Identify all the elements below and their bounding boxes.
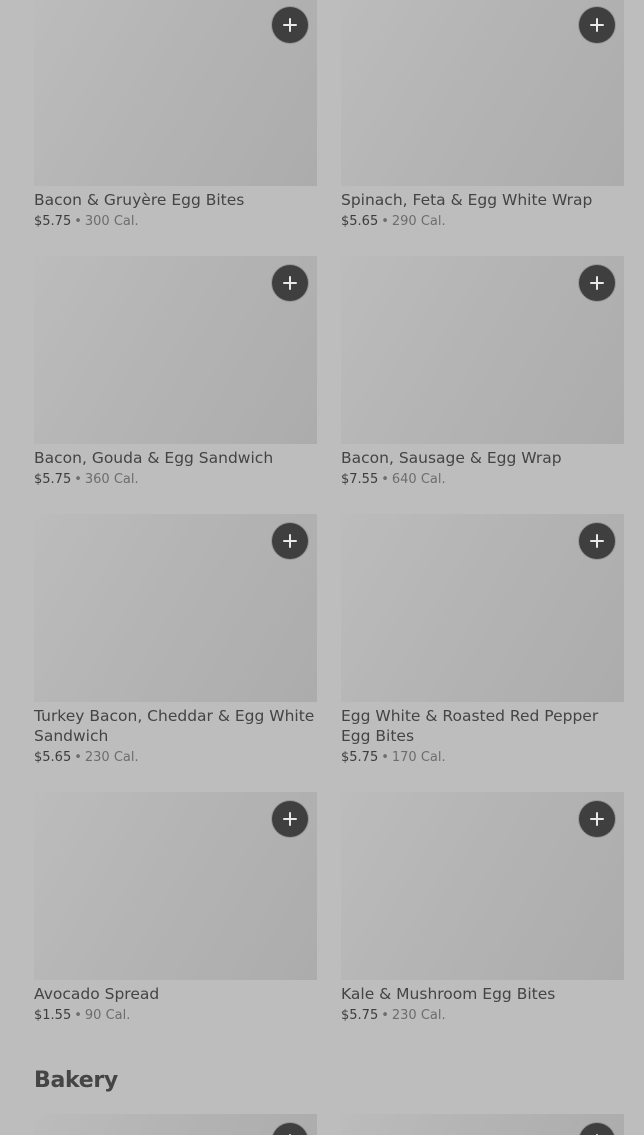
plus-icon <box>590 534 604 548</box>
item-calories: 90 Cal. <box>84 1008 131 1023</box>
item-meta: $5.75 • 170 Cal. <box>341 748 624 768</box>
add-to-cart-button[interactable] <box>579 265 615 301</box>
item-price: $5.75 <box>341 1008 379 1023</box>
add-to-cart-button[interactable] <box>579 801 615 837</box>
item-price: $5.65 <box>34 750 72 765</box>
separator-dot: • <box>74 1008 82 1023</box>
separator-dot: • <box>381 750 389 765</box>
item-calories: 360 Cal. <box>84 472 139 487</box>
add-to-cart-button[interactable] <box>579 523 615 559</box>
add-to-cart-button[interactable] <box>272 265 308 301</box>
add-to-cart-button[interactable] <box>272 801 308 837</box>
separator-dot: • <box>74 214 82 229</box>
item-calories: 640 Cal. <box>391 472 446 487</box>
add-to-cart-button[interactable] <box>579 7 615 43</box>
bakery-section-title: Bakery <box>34 1068 118 1093</box>
item-image[interactable] <box>341 792 624 980</box>
item-meta: $5.75 • 300 Cal. <box>34 212 317 232</box>
item-name[interactable]: Avocado Spread <box>34 984 317 1004</box>
item-image[interactable] <box>34 1114 317 1135</box>
plus-icon <box>283 534 297 548</box>
bakery-grid <box>34 1114 624 1135</box>
item-image[interactable] <box>34 0 317 186</box>
item-name[interactable]: Bacon & Gruyère Egg Bites <box>34 190 317 210</box>
plus-icon <box>283 276 297 290</box>
item-calories: 230 Cal. <box>84 750 139 765</box>
plus-icon <box>590 18 604 32</box>
plus-icon <box>283 18 297 32</box>
menu-item-card[interactable]: Bacon, Sausage & Egg Wrap $7.55 • 640 Cal. <box>341 256 624 514</box>
item-image[interactable] <box>341 1114 624 1135</box>
item-name[interactable]: Kale & Mushroom Egg Bites <box>341 984 624 1004</box>
menu-grid: Bacon & Gruyère Egg Bites $5.75 • 300 Cal.… <box>34 0 624 1050</box>
item-image[interactable] <box>341 256 624 444</box>
menu-page: Bacon & Gruyère Egg Bites $5.75 • 300 Cal.… <box>0 0 644 1135</box>
item-image[interactable] <box>34 792 317 980</box>
item-image[interactable] <box>341 514 624 702</box>
item-meta: $5.75 • 360 Cal. <box>34 470 317 490</box>
menu-item-card[interactable]: Bacon, Gouda & Egg Sandwich $5.75 • 360 Ca… <box>34 256 317 514</box>
item-name[interactable]: Turkey Bacon, Cheddar & Egg White Sandwi… <box>34 706 317 746</box>
item-name[interactable]: Bacon, Sausage & Egg Wrap <box>341 448 624 468</box>
item-name[interactable]: Spinach, Feta & Egg White Wrap <box>341 190 624 210</box>
separator-dot: • <box>381 1008 389 1023</box>
menu-item-card[interactable]: Turkey Bacon, Cheddar & Egg White Sandwi… <box>34 514 317 792</box>
item-name[interactable]: Bacon, Gouda & Egg Sandwich <box>34 448 317 468</box>
item-meta: $7.55 • 640 Cal. <box>341 470 624 490</box>
item-price: $5.75 <box>34 214 72 229</box>
item-meta: $5.65 • 290 Cal. <box>341 212 624 232</box>
separator-dot: • <box>381 214 389 229</box>
plus-icon <box>590 276 604 290</box>
item-image[interactable] <box>34 256 317 444</box>
item-price: $5.75 <box>341 750 379 765</box>
item-calories: 170 Cal. <box>391 750 446 765</box>
item-image[interactable] <box>341 0 624 186</box>
separator-dot: • <box>74 472 82 487</box>
item-meta: $5.65 • 230 Cal. <box>34 748 317 768</box>
menu-item-card[interactable]: Egg White & Roasted Red Pepper Egg Bites… <box>341 514 624 792</box>
item-meta: $1.55 • 90 Cal. <box>34 1006 317 1026</box>
item-price: $5.75 <box>34 472 72 487</box>
item-name[interactable]: Egg White & Roasted Red Pepper Egg Bites <box>341 706 624 746</box>
plus-icon <box>590 812 604 826</box>
item-price: $5.65 <box>341 214 379 229</box>
add-to-cart-button[interactable] <box>579 1123 615 1135</box>
separator-dot: • <box>381 472 389 487</box>
item-calories: 230 Cal. <box>391 1008 446 1023</box>
separator-dot: • <box>74 750 82 765</box>
add-to-cart-button[interactable] <box>272 1123 308 1135</box>
item-calories: 290 Cal. <box>391 214 446 229</box>
add-to-cart-button[interactable] <box>272 7 308 43</box>
menu-item-card[interactable]: Kale & Mushroom Egg Bites $5.75 • 230 Cal. <box>341 792 624 1050</box>
item-image[interactable] <box>34 514 317 702</box>
item-meta: $5.75 • 230 Cal. <box>341 1006 624 1026</box>
menu-item-card[interactable]: Avocado Spread $1.55 • 90 Cal. <box>34 792 317 1050</box>
item-price: $1.55 <box>34 1008 72 1023</box>
item-calories: 300 Cal. <box>84 214 139 229</box>
add-to-cart-button[interactable] <box>272 523 308 559</box>
menu-item-card[interactable]: Spinach, Feta & Egg White Wrap $5.65 • 290… <box>341 0 624 256</box>
item-price: $7.55 <box>341 472 379 487</box>
plus-icon <box>283 812 297 826</box>
menu-item-card[interactable]: Bacon & Gruyère Egg Bites $5.75 • 300 Cal. <box>34 0 317 256</box>
